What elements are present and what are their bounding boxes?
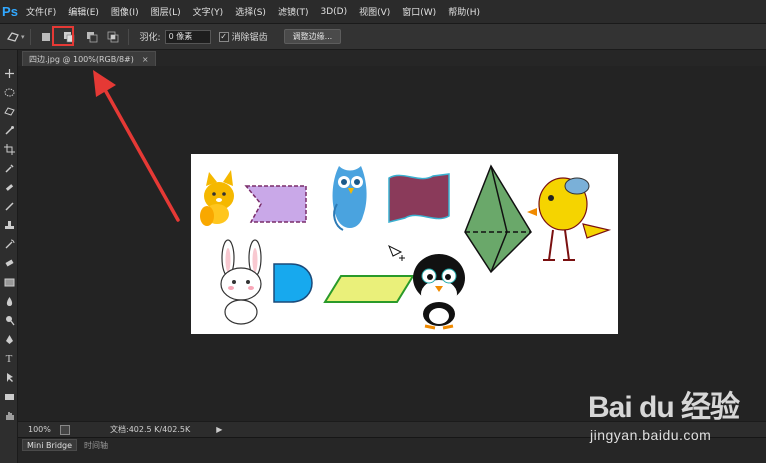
menu-filter[interactable]: 滤镜(T) (272, 0, 315, 24)
document-size: 文档:402.5 K/402.5K (110, 425, 191, 434)
blue-d-shape (273, 263, 313, 303)
close-icon[interactable]: × (142, 55, 149, 64)
antialias-checkbox[interactable]: ✓ (218, 31, 229, 42)
type-icon[interactable]: T (0, 349, 18, 368)
shape-icon[interactable] (0, 387, 18, 406)
maroon-wave-shape (388, 173, 450, 223)
bottom-panel-tabs: Mini Bridge 时间轴 (18, 437, 766, 463)
marquee-icon[interactable] (0, 83, 18, 102)
lasso-icon[interactable] (0, 102, 18, 121)
owl-illustration (332, 166, 367, 231)
menu-view[interactable]: 视图(V) (353, 0, 396, 24)
menu-3d[interactable]: 3D(D) (314, 0, 353, 24)
menu-type[interactable]: 文字(Y) (187, 0, 230, 24)
penguin-illustration (413, 254, 465, 330)
blur-icon[interactable] (0, 292, 18, 311)
eyedropper-icon[interactable] (0, 159, 18, 178)
fox-illustration (200, 170, 234, 226)
gradient-icon[interactable] (0, 273, 18, 292)
options-separator (127, 28, 129, 45)
workspace (18, 66, 766, 421)
new-selection-icon[interactable] (39, 30, 53, 44)
feather-label: 羽化: (139, 33, 161, 43)
healing-brush-icon[interactable] (0, 178, 18, 197)
menu-layer[interactable]: 图层(L) (145, 0, 187, 24)
document-tab-title: 四边.jpg @ 100%(RGB/8#) (29, 54, 134, 64)
brush-icon[interactable] (0, 197, 18, 216)
yellow-parallelogram-shape (323, 275, 415, 303)
intersect-selection-icon[interactable] (106, 30, 120, 44)
dodge-icon[interactable] (0, 311, 18, 330)
options-bar: ▾ 羽化: ✓ 消除锯齿 调整边缘... (0, 24, 766, 50)
menu-bar: Ps 文件(F) 编辑(E) 图像(I) 图层(L) 文字(Y) 选择(S) 滤… (0, 0, 766, 24)
history-brush-icon[interactable] (0, 235, 18, 254)
image-canvas[interactable] (191, 154, 618, 334)
clone-stamp-icon[interactable] (0, 216, 18, 235)
status-bar: 100% 文档:402.5 K/402.5K ▶ (18, 421, 766, 437)
menu-select[interactable]: 选择(S) (229, 0, 272, 24)
lasso-cursor-icon (388, 244, 405, 261)
canvas-artwork (200, 164, 612, 330)
feather-input[interactable] (164, 29, 211, 44)
menu-file[interactable]: 文件(F) (20, 0, 62, 24)
path-select-icon[interactable] (0, 368, 18, 387)
chick-illustration (527, 177, 612, 261)
document-tab-strip: 四边.jpg @ 100%(RGB/8#) × (18, 50, 766, 66)
refine-edge-button[interactable]: 调整边缘... (283, 29, 342, 44)
tools-panel: T (0, 50, 18, 463)
polygonal-lasso-icon[interactable] (6, 30, 20, 44)
status-menu-icon[interactable] (60, 424, 70, 435)
status-arrow-icon[interactable]: ▶ (216, 425, 222, 434)
menu-edit[interactable]: 编辑(E) (62, 0, 105, 24)
move-icon[interactable] (0, 64, 18, 83)
subtract-from-selection-icon[interactable] (85, 30, 99, 44)
pen-icon[interactable] (0, 330, 18, 349)
antialias-label: 消除锯齿 (231, 33, 268, 43)
tab-mini-bridge[interactable]: Mini Bridge (22, 439, 78, 451)
green-octahedron-shape (464, 164, 532, 274)
purple-chevron-shape (244, 185, 307, 223)
menu-window[interactable]: 窗口(W) (396, 0, 442, 24)
tool-preset-chevron-icon[interactable]: ▾ (21, 33, 25, 41)
zoom-level[interactable]: 100% (28, 425, 58, 434)
menu-image[interactable]: 图像(I) (105, 0, 145, 24)
options-separator (29, 28, 31, 45)
crop-icon[interactable] (0, 140, 18, 159)
photoshop-logo: Ps (2, 4, 18, 19)
eraser-icon[interactable] (0, 254, 18, 273)
tab-timeline[interactable]: 时间轴 (80, 439, 112, 451)
document-tab[interactable]: 四边.jpg @ 100%(RGB/8#) × (22, 51, 156, 66)
menu-help[interactable]: 帮助(H) (442, 0, 486, 24)
hand-icon[interactable] (0, 406, 18, 425)
highlight-box (52, 26, 74, 46)
bunny-illustration (220, 239, 262, 325)
quick-select-icon[interactable] (0, 121, 18, 140)
